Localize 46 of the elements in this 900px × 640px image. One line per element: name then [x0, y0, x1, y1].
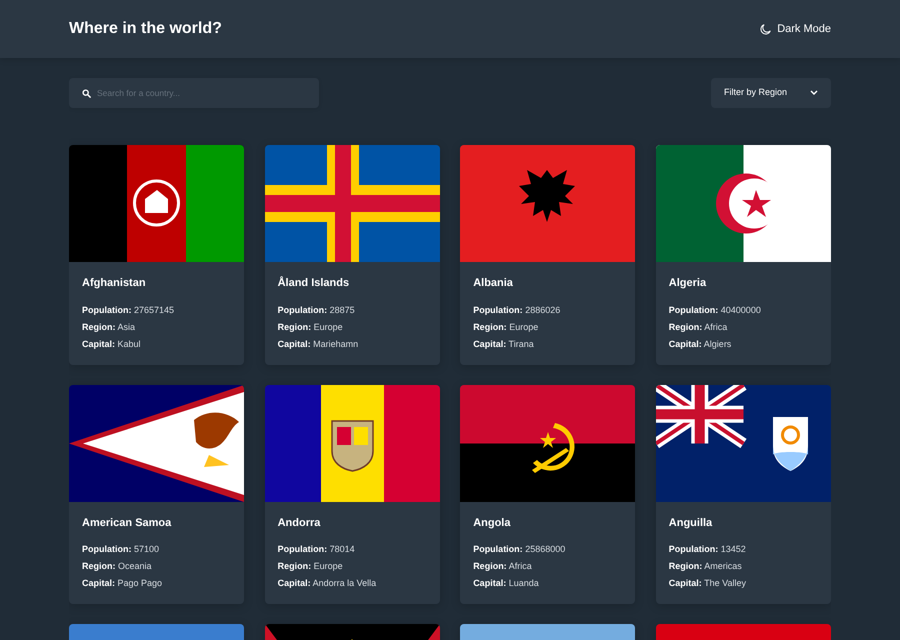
- country-card[interactable]: Algeria Population: 40400000 Region: Africa Capital: Algiers: [656, 145, 831, 364]
- country-detail: Region: Europe: [278, 320, 344, 334]
- country-detail: Region: Asia: [82, 320, 136, 334]
- country-card[interactable]: Angola Population: 25868000 Region: Africa Capital: Luanda: [460, 384, 636, 604]
- country-detail: Population: 78014: [278, 543, 356, 556]
- country-name: Albania: [473, 276, 514, 291]
- country-detail: Capital: Kabul: [82, 338, 142, 351]
- country-card[interactable]: Afghanistan Population: 27657145 Region: Asia Capital: Kabul: [69, 145, 244, 364]
- country-detail: Region: Europe: [278, 560, 344, 573]
- country-detail: Population: 25868000: [473, 543, 566, 556]
- country-name: American Samoa: [82, 516, 172, 530]
- country-card[interactable]: Andorra Population: 78014 Region: Europe Capital: Andorra la Vella: [264, 384, 440, 604]
- region-filter-dropdown[interactable]: Filter by Region: [711, 78, 831, 108]
- country-detail: Population: 2886026: [473, 304, 562, 317]
- country-card[interactable]: Albania Population: 2886026 Region: Europe Capital: Tirana: [460, 145, 636, 364]
- country-detail: Region: Africa: [473, 560, 533, 573]
- country-name: Algeria: [668, 276, 708, 291]
- country-detail: Region: Oceania: [82, 560, 153, 573]
- country-name: Afghanistan: [82, 276, 147, 291]
- country-detail: Capital: The Valley: [668, 577, 747, 590]
- country-name: Anguilla: [668, 516, 714, 530]
- country-card[interactable]: Åland Islands Population: 28875 Region: Europe Capital: Mariehamn: [264, 145, 440, 364]
- dark-mode-button[interactable]: Dark Mode: [760, 18, 831, 40]
- country-name: Angola: [473, 516, 512, 530]
- search-field[interactable]: Search for a country...: [69, 78, 319, 108]
- country-detail: Capital: Luanda: [473, 577, 540, 590]
- country-name: Åland Islands: [278, 275, 350, 291]
- country-name: Andorra: [278, 516, 322, 530]
- country-detail: Population: 28875: [278, 304, 356, 317]
- chevron-down-icon: [810, 90, 818, 96]
- country-detail: Population: 40400000: [668, 304, 762, 317]
- country-detail: Population: 27657145: [82, 304, 176, 317]
- country-detail: Region: Europe: [473, 320, 540, 334]
- country-detail: Capital: Pago Pago: [82, 577, 164, 590]
- country-detail: Capital: Algiers: [668, 338, 732, 351]
- country-card[interactable]: American Samoa Population: 57100 Region: Oceania Capital: Pago Pago: [69, 384, 244, 604]
- country-detail: Region: Americas: [668, 560, 743, 573]
- country-detail: Capital: Andorra la Vella: [278, 577, 378, 590]
- country-detail: Population: 57100: [82, 543, 160, 556]
- country-detail: Capital: Tirana: [473, 338, 535, 351]
- country-card[interactable]: Anguilla Population: 13452 Region: Americas Capital: The Valley: [656, 384, 831, 604]
- country-detail: Capital: Mariehamn: [278, 338, 360, 351]
- country-detail: Region: Africa: [668, 320, 728, 334]
- app-title: Where in the world?: [69, 19, 222, 39]
- moon-icon: [760, 24, 772, 34]
- country-detail: Population: 13452: [668, 543, 747, 556]
